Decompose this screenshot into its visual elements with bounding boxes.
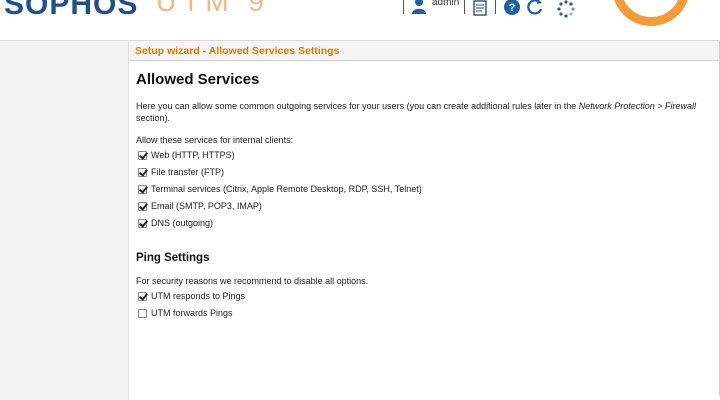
service-email-label: Email (SMTP, POP3, IMAP) [151,201,262,211]
service-web-checkbox[interactable] [138,150,147,160]
service-dns-label: DNS (outgoing) [151,218,214,228]
service-ftp-checkbox[interactable] [138,167,147,177]
ping-settings-heading: Ping Settings [136,252,210,264]
service-terminal-row[interactable]: Terminal services (Citrix, Apple Remote … [138,183,422,195]
ping-respond-label: UTM responds to Pings [151,291,246,301]
top-header: SOPHOS UTM 9 admin ? [0,0,720,41]
username[interactable]: admin [432,0,459,8]
ping-forward-row[interactable]: UTM forwards Pings [138,307,233,319]
ping-forward-checkbox[interactable] [138,308,147,318]
allowed-services-heading: Allowed Services [136,71,260,88]
sidebar [0,41,129,400]
product-name: UTM 9 [156,0,270,17]
wizard-panel: Setup wizard - Allowed Services Settings… [129,41,720,396]
user-icon[interactable] [411,0,427,14]
service-web-row[interactable]: Web (HTTP, HTTPS) [138,149,235,161]
service-email-checkbox[interactable] [138,201,147,211]
service-ftp-row[interactable]: File transfer (FTP) [138,166,224,178]
service-terminal-checkbox[interactable] [138,184,147,194]
service-dns-checkbox[interactable] [138,218,147,228]
svg-text:?: ? [509,2,516,14]
main-content: Setup wizard - Allowed Services Settings… [129,41,720,400]
help-icon[interactable]: ? [503,0,521,16]
firewall-reference: Network Protection > Firewall [578,101,697,111]
intro-text-end: section). [136,113,171,123]
refresh-icon[interactable] [526,0,544,16]
orange-ring-graphic [612,0,690,26]
ping-respond-row[interactable]: UTM responds to Pings [138,290,245,302]
intro-text: Here you can allow some common outgoing … [136,100,716,124]
allow-services-label: Allow these services for internal client… [136,135,294,145]
intro-text-start: Here you can allow some common outgoing … [136,101,579,111]
document-icon[interactable] [472,0,488,16]
header-separator [464,0,465,14]
service-web-label: Web (HTTP, HTTPS) [151,150,235,160]
ping-forward-label: UTM forwards Pings [151,308,233,318]
header-separator [495,0,496,14]
service-ftp-label: File transfer (FTP) [151,167,225,177]
sophos-logo: SOPHOS [4,0,139,21]
header-separator [403,0,404,14]
service-dns-row[interactable]: DNS (outgoing) [138,217,213,229]
spinner-icon [557,0,575,18]
wizard-title: Setup wizard - Allowed Services Settings [129,41,719,61]
service-email-row[interactable]: Email (SMTP, POP3, IMAP) [138,200,262,212]
ping-note: For security reasons we recommend to dis… [136,276,369,286]
ping-respond-checkbox[interactable] [138,291,147,301]
service-terminal-label: Terminal services (Citrix, Apple Remote … [151,184,422,194]
